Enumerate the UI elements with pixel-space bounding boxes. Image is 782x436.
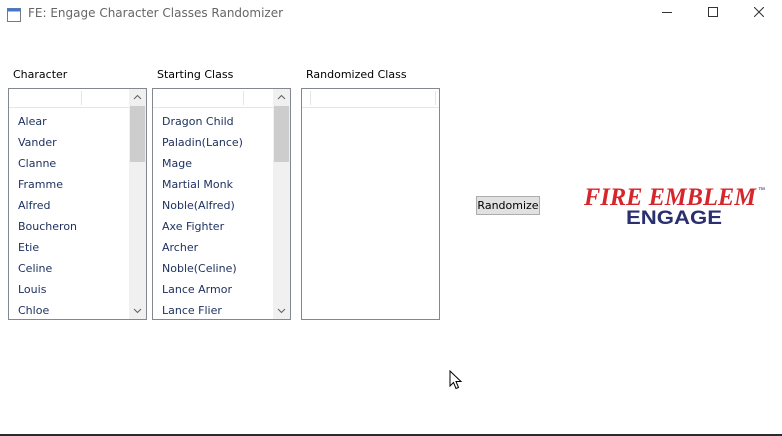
- close-button[interactable]: [736, 0, 782, 28]
- list-header: [302, 89, 439, 108]
- list-item[interactable]: Lance Armor: [162, 279, 232, 300]
- scrollbar-thumb[interactable]: [130, 106, 145, 162]
- list-item[interactable]: Clanne: [18, 153, 56, 174]
- scroll-down-icon[interactable]: [277, 306, 286, 315]
- list-item[interactable]: Noble(Alfred): [162, 195, 235, 216]
- list-item[interactable]: Chloe: [18, 300, 49, 319]
- list-item[interactable]: Etie: [18, 237, 39, 258]
- logo-line1: FIRE EMBLEM: [583, 184, 757, 211]
- mouse-cursor-icon: [449, 370, 463, 390]
- list-item[interactable]: Dragon Child: [162, 111, 234, 132]
- minimize-button[interactable]: [644, 0, 690, 28]
- list-item[interactable]: Louis: [18, 279, 46, 300]
- list-item[interactable]: Alear: [18, 111, 47, 132]
- list-item[interactable]: Alfred: [18, 195, 50, 216]
- scroll-up-icon[interactable]: [277, 93, 286, 102]
- vertical-scrollbar[interactable]: [129, 89, 146, 319]
- list-item[interactable]: Axe Fighter: [162, 216, 224, 237]
- list-item[interactable]: Paladin(Lance): [162, 132, 243, 153]
- list-item[interactable]: Archer: [162, 237, 198, 258]
- randomized-class-list[interactable]: [301, 88, 440, 320]
- list-item[interactable]: Framme: [18, 174, 63, 195]
- list-item[interactable]: Mage: [162, 153, 192, 174]
- list-item[interactable]: Lance Flier: [162, 300, 222, 319]
- list-header: [153, 89, 273, 108]
- character-label: Character: [13, 68, 68, 81]
- character-list[interactable]: Alear Vander Clanne Framme Alfred Bouche…: [8, 88, 147, 320]
- list-header: [9, 89, 129, 108]
- minimize-icon: [662, 12, 672, 13]
- scroll-up-icon[interactable]: [133, 93, 142, 102]
- close-icon: [754, 7, 764, 17]
- maximize-button[interactable]: [690, 0, 736, 28]
- maximize-icon: [708, 7, 718, 17]
- fire-emblem-engage-logo: FIRE EMBLEM ™ ENGAGE: [583, 184, 765, 228]
- randomized-class-label: Randomized Class: [306, 68, 407, 81]
- scrollbar-thumb[interactable]: [274, 106, 289, 162]
- vertical-scrollbar[interactable]: [273, 89, 290, 319]
- starting-class-label: Starting Class: [157, 68, 234, 81]
- randomize-button[interactable]: Randomize: [476, 196, 540, 215]
- list-item[interactable]: Martial Monk: [162, 174, 233, 195]
- title-bar[interactable]: FE: Engage Character Classes Randomizer: [0, 0, 782, 30]
- scroll-down-icon[interactable]: [133, 306, 142, 315]
- app-window-icon: [7, 7, 21, 22]
- list-item[interactable]: Boucheron: [18, 216, 77, 237]
- starting-class-list[interactable]: Dragon Child Paladin(Lance) Mage Martial…: [152, 88, 291, 320]
- list-item[interactable]: Celine: [18, 258, 52, 279]
- window-title: FE: Engage Character Classes Randomizer: [28, 6, 284, 20]
- logo-tm: ™: [758, 187, 765, 194]
- logo-line2: ENGAGE: [626, 208, 722, 228]
- list-item[interactable]: Noble(Celine): [162, 258, 237, 279]
- list-item[interactable]: Vander: [18, 132, 57, 153]
